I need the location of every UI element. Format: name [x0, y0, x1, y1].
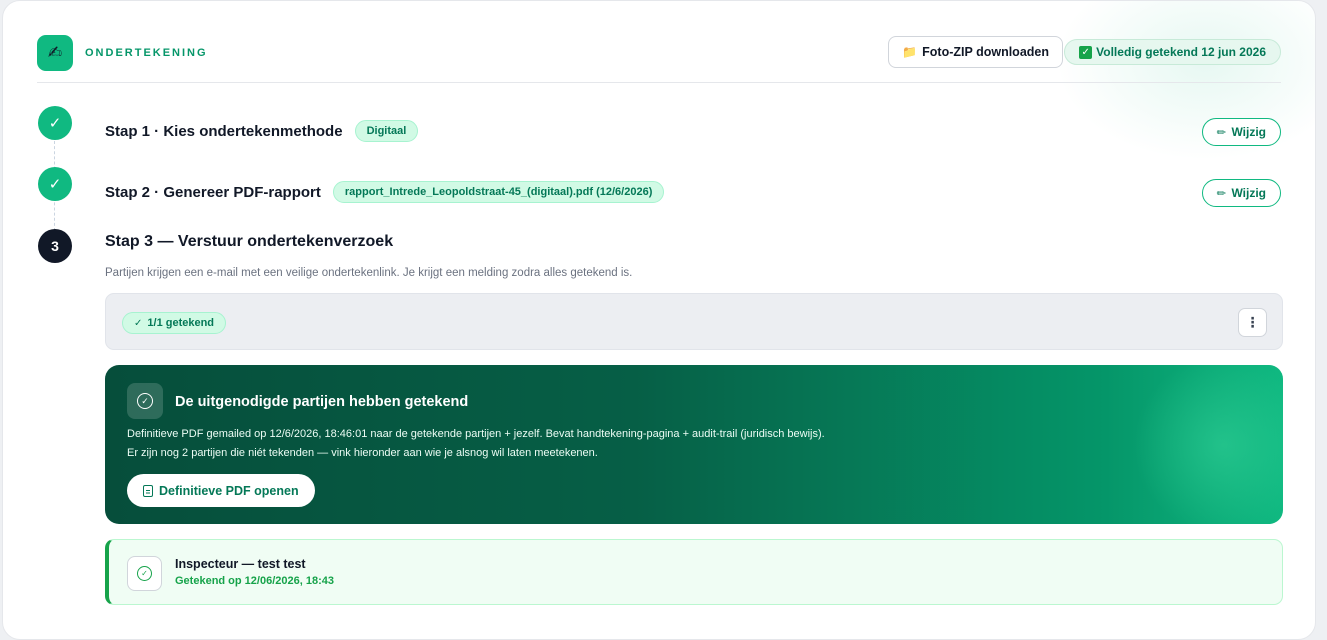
step-3-description: Partijen krijgen een e-mail met een veil…	[105, 267, 633, 279]
edit-label: Wijzig	[1231, 186, 1266, 200]
section-title: ONDERTEKENING	[85, 47, 208, 59]
signed-count-label: 1/1 getekend	[147, 317, 215, 329]
step-3-title: Stap 3 — Verstuur ondertekenverzoek	[105, 233, 394, 250]
checkmark-icon: ✓	[134, 317, 143, 329]
method-chip: Digitaal	[354, 120, 419, 142]
folder-icon: 📁	[902, 45, 918, 59]
panel-remaining-info: Er zijn nog 2 partijen die niét tekenden…	[127, 447, 598, 459]
panel-title: De uitgenodigde partijen hebben getekend	[175, 394, 469, 410]
signed-success-panel: ✓ De uitgenodigde partijen hebben geteke…	[105, 365, 1283, 524]
checkmark-icon: ✓	[48, 176, 62, 193]
pencil-icon: ✎	[1214, 124, 1230, 140]
zip-button-label: Foto-ZIP downloaden	[922, 45, 1049, 59]
more-vertical-icon: ⋮	[1245, 314, 1260, 330]
more-options-button[interactable]: ⋮	[1238, 308, 1267, 337]
pdf-report-chip: rapport_Intrede_Leopoldstraat-45_(digita…	[332, 181, 665, 203]
panel-glow	[1133, 365, 1283, 524]
signing-status-bar: ✓ 1/1 getekend ⋮	[105, 293, 1283, 350]
check-circle-icon: ✓	[127, 383, 163, 419]
step-2-row: Stap 2 · Genereer PDF-rapport rapport_In…	[105, 181, 665, 203]
step-1-done-marker: ✓	[38, 106, 72, 140]
fully-signed-badge: ✓ Volledig getekend 12 jun 2026	[1064, 39, 1281, 65]
edit-label: Wijzig	[1231, 125, 1266, 139]
party-name: Inspecteur — test test	[175, 557, 306, 571]
signature-icon: ✍	[37, 35, 73, 71]
step-1-row: Stap 1 · Kies ondertekenmethode Digitaal	[105, 120, 419, 142]
step-3-active-marker: 3	[38, 229, 72, 263]
open-final-pdf-button[interactable]: Definitieve PDF openen	[127, 474, 315, 507]
step-2-done-marker: ✓	[38, 167, 72, 201]
party-signed-status: Getekend op 12/06/2026, 18:43	[175, 575, 334, 587]
open-pdf-label: Definitieve PDF openen	[159, 483, 299, 498]
checkmark-icon: ✓	[48, 115, 62, 132]
status-label: Volledig getekend 12 jun 2026	[1096, 45, 1266, 59]
party-card-inspector: ✓ Inspecteur — test test Getekend op 12/…	[105, 539, 1283, 605]
step-2-title: Stap 2 · Genereer PDF-rapport	[105, 183, 321, 201]
document-icon	[143, 484, 153, 497]
pencil-icon: ✎	[1214, 185, 1230, 201]
step-1-edit-button[interactable]: ✎ Wijzig	[1202, 118, 1281, 146]
checkbox-check-icon: ✓	[1079, 45, 1093, 59]
panel-email-info: Definitieve PDF gemailed op 12/6/2026, 1…	[127, 428, 825, 440]
step-number: 3	[51, 238, 59, 254]
step-2-edit-button[interactable]: ✎ Wijzig	[1202, 179, 1281, 207]
card-header: ✍ ONDERTEKENING 📁 Foto-ZIP downloaden ✓ …	[37, 35, 1281, 83]
check-circle-icon: ✓	[127, 556, 162, 591]
signing-card: ✍ ONDERTEKENING 📁 Foto-ZIP downloaden ✓ …	[2, 0, 1316, 640]
photo-zip-download-button[interactable]: 📁 Foto-ZIP downloaden	[888, 36, 1063, 68]
signed-count-badge: ✓ 1/1 getekend	[122, 312, 227, 334]
step-1-title: Stap 1 · Kies ondertekenmethode	[105, 122, 343, 140]
